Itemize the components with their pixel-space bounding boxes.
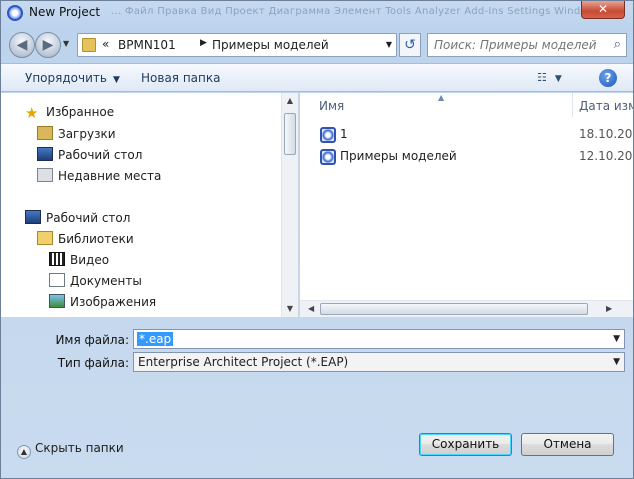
nav-item-libraries[interactable]: Библиотеки xyxy=(37,230,134,248)
history-dropdown-icon[interactable]: ▼ xyxy=(63,39,69,48)
nav-item-label: Избранное xyxy=(46,105,115,119)
documents-icon xyxy=(49,273,65,287)
hide-folders-label: Скрыть папки xyxy=(35,441,124,455)
libraries-icon xyxy=(37,231,53,245)
nav-item-recent[interactable]: Недавние места xyxy=(37,167,161,185)
save-button[interactable]: Сохранить xyxy=(419,433,512,456)
scroll-right-icon[interactable]: ▶ xyxy=(606,304,612,313)
address-dropdown-icon[interactable]: ▼ xyxy=(386,40,392,49)
refresh-button[interactable]: ↺ xyxy=(399,33,421,57)
background-menu-ghost: ... Файл Правка Вид Проект Диаграмма Эле… xyxy=(111,6,623,17)
horizontal-scrollbar[interactable]: ◀ ▶ xyxy=(300,300,633,317)
collapse-icon: ▲ xyxy=(17,445,31,459)
scroll-thumb[interactable] xyxy=(320,303,588,315)
file-type-label: Тип файла: xyxy=(57,356,129,370)
nav-item-label: Видео xyxy=(70,253,110,267)
search-input[interactable] xyxy=(432,35,602,55)
address-bar[interactable]: « BPMN101 ▶ Примеры моделей ▼ xyxy=(77,33,397,57)
images-icon xyxy=(49,294,65,308)
nav-item-label: Документы xyxy=(70,274,142,288)
breadcrumb-overflow-icon[interactable]: « xyxy=(102,37,109,51)
scroll-left-icon[interactable]: ◀ xyxy=(308,304,314,313)
forward-button[interactable]: ▶ xyxy=(35,32,61,58)
view-options-button[interactable]: ☷ ▼ xyxy=(537,71,562,84)
cancel-button[interactable]: Отмена xyxy=(521,433,614,456)
ea-project-icon xyxy=(320,127,336,143)
file-name-label: Имя файла: xyxy=(55,333,129,347)
file-name-value[interactable]: *.eap xyxy=(137,332,174,346)
back-button[interactable]: ◀ xyxy=(9,32,35,58)
nav-item-downloads[interactable]: Загрузки xyxy=(37,125,116,143)
breadcrumb-separator-icon[interactable]: ▶ xyxy=(200,38,207,48)
navigation-row: ◀ ▶ ▼ « BPMN101 ▶ Примеры моделей ▼ ↺ ⌕ xyxy=(1,29,633,63)
file-date: 12.10.2011 xyxy=(579,149,633,163)
file-name-field[interactable]: *.eap ▼ xyxy=(133,329,625,349)
column-date-header[interactable]: Дата изме xyxy=(579,99,633,113)
nav-item-label: Загрузки xyxy=(58,127,116,141)
title-bar: New Project ... Файл Правка Вид Проект Д… xyxy=(1,1,633,27)
column-header: ▲ Имя Дата изме xyxy=(300,93,633,117)
hide-folders-toggle[interactable]: ▲ Скрыть папки xyxy=(17,441,124,459)
chevron-down-icon: ▼ xyxy=(112,75,120,85)
column-name-header[interactable]: Имя xyxy=(319,99,344,113)
file-name: Примеры моделей xyxy=(340,149,457,163)
toolbar: Упорядочить ▼ Новая папка ☷ ▼ ? xyxy=(1,63,633,92)
breadcrumb-item-examples[interactable]: Примеры моделей xyxy=(212,38,329,52)
navigation-pane: ★ Избранное Загрузки Рабочий стол Недавни… xyxy=(1,93,299,317)
chevron-down-icon[interactable]: ▼ xyxy=(613,334,620,344)
ea-project-icon xyxy=(320,149,336,165)
breadcrumb-item-bpmn101[interactable]: BPMN101 xyxy=(118,38,176,52)
file-name: 1 xyxy=(340,127,348,141)
star-icon: ★ xyxy=(25,104,39,122)
nav-item-favorites[interactable]: ★ Избранное xyxy=(25,103,115,122)
sort-ascending-icon: ▲ xyxy=(438,93,445,102)
nav-item-desktop[interactable]: Рабочий стол xyxy=(25,209,130,227)
nav-item-label: Рабочий стол xyxy=(58,148,143,162)
nav-item-video[interactable]: Видео xyxy=(49,251,109,269)
file-type-value: Enterprise Architect Project (*.EAP) xyxy=(138,355,349,369)
organize-menu[interactable]: Упорядочить ▼ xyxy=(25,71,120,85)
file-list: ▲ Имя Дата изме 1 18.10.2011 Примеры мод… xyxy=(300,93,633,317)
video-icon xyxy=(49,252,65,266)
column-divider[interactable] xyxy=(572,93,573,117)
nav-item-label: Изображения xyxy=(70,295,157,309)
chevron-down-icon[interactable]: ▼ xyxy=(613,357,620,367)
new-folder-button[interactable]: Новая папка xyxy=(141,71,220,85)
scroll-up-icon[interactable]: ▲ xyxy=(282,93,298,109)
nav-item-images[interactable]: Изображения xyxy=(49,293,156,311)
save-dialog: New Project ... Файл Правка Вид Проект Д… xyxy=(0,0,634,479)
nav-scrollbar[interactable]: ▲ ▼ xyxy=(281,93,298,317)
nav-item-desktop-favorite[interactable]: Рабочий стол xyxy=(37,146,142,164)
window-title: New Project xyxy=(29,5,101,19)
search-icon[interactable]: ⌕ xyxy=(614,37,621,52)
nav-item-documents[interactable]: Документы xyxy=(49,272,142,290)
nav-item-label: Библиотеки xyxy=(58,232,134,246)
chevron-down-icon: ▼ xyxy=(554,74,562,84)
close-button[interactable]: ✕ xyxy=(581,1,625,19)
scroll-thumb[interactable] xyxy=(284,113,296,155)
file-type-select[interactable]: Enterprise Architect Project (*.EAP) ▼ xyxy=(133,352,625,372)
file-row[interactable]: Примеры моделей 12.10.2011 xyxy=(300,147,633,167)
desktop-icon xyxy=(37,147,53,161)
downloads-folder-icon xyxy=(37,126,53,140)
folder-icon xyxy=(82,38,96,52)
app-icon xyxy=(7,5,23,21)
recent-places-icon xyxy=(37,168,53,182)
organize-label: Упорядочить xyxy=(25,71,107,85)
scroll-down-icon[interactable]: ▼ xyxy=(282,301,298,317)
help-icon[interactable]: ? xyxy=(599,69,617,87)
view-list-icon: ☷ xyxy=(537,71,547,84)
nav-item-label: Рабочий стол xyxy=(46,211,131,225)
search-box[interactable]: ⌕ xyxy=(427,33,627,57)
desktop-icon xyxy=(25,210,41,224)
file-date: 18.10.2011 xyxy=(579,127,633,141)
file-row[interactable]: 1 18.10.2011 xyxy=(300,125,633,145)
nav-item-label: Недавние места xyxy=(58,169,162,183)
